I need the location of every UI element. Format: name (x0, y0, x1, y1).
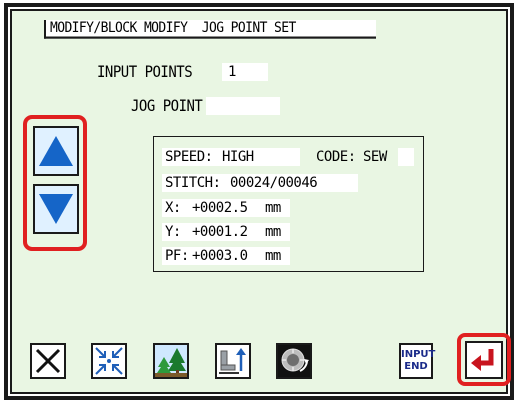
y-row: Y: +0001.2 mm (162, 223, 290, 241)
stitch-info-panel: SPEED: HIGH CODE: SEW STITCH: 00024/0004… (153, 136, 424, 272)
x-value: +0002.5 (192, 200, 248, 216)
stitch-label: STITCH: (165, 175, 221, 191)
enter-button-highlight (457, 333, 511, 386)
x-row: X: +0002.5 mm (162, 199, 290, 217)
stitch-row: STITCH: 00024/00046 (162, 174, 358, 192)
pf-row: PF: +0003.0 mm (162, 247, 290, 265)
enter-return-icon (471, 349, 494, 371)
trees-scenery-icon (155, 345, 187, 377)
pf-value: +0003.0 (192, 248, 248, 264)
cancel-x-icon (35, 348, 61, 374)
x-label: X: (165, 200, 181, 216)
y-label: Y: (165, 224, 181, 240)
speed-code-row: SPEED: HIGH CODE: SEW (162, 147, 414, 166)
input-end-button[interactable]: INPUT END (399, 343, 436, 379)
jog-point-field[interactable] (206, 97, 280, 115)
input-end-line1: INPUT (401, 349, 436, 360)
arrow-up-icon (39, 136, 73, 166)
scenery-button[interactable] (153, 343, 189, 379)
input-end-line2: END (404, 361, 428, 372)
x-unit: mm (265, 200, 281, 216)
code-label: CODE: (316, 149, 356, 165)
jog-point-label: JOG POINT (131, 97, 203, 116)
pulley-button[interactable] (276, 343, 312, 379)
collapse-arrows-icon (95, 347, 123, 375)
cancel-button[interactable] (30, 343, 66, 379)
y-value: +0001.2 (192, 224, 248, 240)
enter-button[interactable] (465, 341, 503, 379)
pf-unit: mm (265, 248, 281, 264)
pf-label: PF: (165, 248, 189, 264)
down-button[interactable] (33, 184, 79, 234)
input-points-label: INPUT POINTS (97, 63, 193, 82)
page-title: MODIFY/BLOCK MODIFY JOG POINT SET (44, 20, 376, 39)
pulley-knob-icon (278, 345, 310, 377)
y-unit: mm (265, 224, 281, 240)
input-points-field[interactable]: 1 (222, 63, 268, 81)
speed-label: SPEED: (165, 149, 213, 165)
up-button[interactable] (33, 126, 79, 176)
arrow-button-group (23, 115, 87, 251)
collapse-button[interactable] (91, 343, 127, 379)
arrow-down-icon (39, 194, 73, 224)
speed-value: HIGH (222, 149, 254, 165)
presser-foot-up-icon (219, 348, 246, 374)
stitch-value: 00024/00046 (230, 175, 318, 191)
presser-foot-button[interactable] (215, 343, 251, 379)
code-value: SEW (363, 149, 387, 165)
